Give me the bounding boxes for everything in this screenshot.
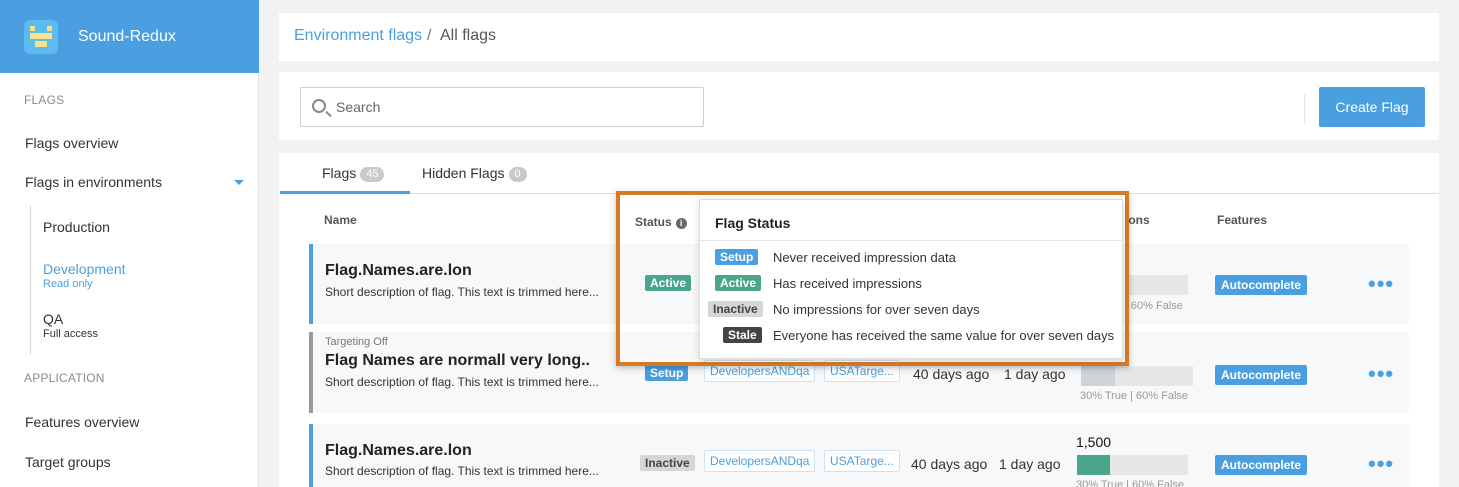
toolbar-divider — [1304, 94, 1305, 124]
sidebar-item-features-overview[interactable]: Features overview — [25, 414, 139, 430]
env-access: Full access — [43, 328, 99, 340]
status-badge: Inactive — [708, 301, 763, 317]
flag-name[interactable]: Flag.Names.are.long — [325, 262, 471, 280]
app-logo-icon — [24, 20, 58, 54]
status-badge: Inactive — [640, 455, 695, 471]
tab-count-badge: 45 — [360, 167, 385, 182]
impressions-bar — [1077, 455, 1188, 475]
brand-header[interactable]: Sound-Redux — [0, 0, 259, 73]
flag-description: Short description of flag. This text is … — [325, 464, 599, 478]
modified-date: 1 day ago — [999, 456, 1061, 472]
tooltip-arrow — [690, 218, 699, 234]
column-header-name[interactable]: Name — [324, 213, 357, 227]
flag-description: Short description of flag. This text is … — [325, 375, 599, 389]
active-tab-indicator — [280, 191, 410, 194]
breadcrumb-link[interactable]: Environment flags — [294, 27, 422, 45]
application-section-title: APPLICATION — [24, 371, 105, 385]
row-status-bar — [309, 332, 313, 413]
tab-count-badge: 0 — [508, 167, 527, 182]
status-badge: Setup — [645, 365, 689, 381]
flag-name[interactable]: Flag.Names.are.long — [325, 442, 471, 460]
tooltip-divider — [700, 240, 1122, 241]
impressions-true-fill — [1081, 366, 1115, 386]
impressions-split: 30% True | 60% False — [1076, 479, 1185, 487]
created-date: 40 days ago — [913, 366, 990, 382]
targeting-off-label: Targeting Off — [325, 336, 388, 348]
impressions-bar — [1081, 366, 1193, 386]
env-access: Read only — [43, 278, 93, 290]
status-description: Never received impression data — [773, 250, 956, 265]
feature-tag[interactable]: Autocomplete — [1215, 455, 1308, 475]
breadcrumb-current: All flags — [440, 27, 497, 44]
impressions-true-fill — [1077, 455, 1111, 475]
search-box[interactable] — [300, 87, 704, 127]
row-status-bar — [309, 244, 313, 324]
search-input[interactable] — [336, 97, 686, 117]
sidebar-item-target-groups[interactable]: Target groups — [25, 454, 111, 470]
create-flag-button[interactable]: Create Flag — [1319, 87, 1425, 127]
row-status-bar — [309, 424, 313, 487]
column-header-features[interactable]: Features — [1217, 213, 1267, 227]
more-options-icon[interactable]: ••• — [1368, 453, 1394, 475]
tab-label: Hidden Flags — [422, 165, 505, 181]
env-name: QA — [43, 311, 64, 327]
env-tree-line — [30, 205, 31, 355]
status-badge: Setup — [715, 249, 759, 265]
impressions-count: 1,500 — [1076, 434, 1112, 450]
more-options-icon[interactable]: ••• — [1368, 363, 1394, 385]
segment-tag[interactable]: DevelopersANDqa — [704, 450, 816, 472]
impressions-bar — [1125, 275, 1188, 295]
tab-hidden-flags[interactable]: Hidden Flags 0 — [422, 165, 527, 182]
segment-tag[interactable]: USATarge... — [824, 450, 900, 472]
modified-date: 1 day ago — [1004, 366, 1066, 382]
tab-label: Flags — [322, 165, 357, 181]
more-options-icon[interactable]: ••• — [1368, 273, 1394, 295]
env-name: Development — [43, 261, 126, 277]
status-description: No impressions for over seven days — [773, 302, 980, 317]
created-date: 40 days ago — [911, 456, 988, 472]
flag-status-tooltip: Flag Status Setup Never received impress… — [699, 199, 1123, 359]
sidebar-item-flags-in-environments[interactable]: Flags in environments — [25, 174, 162, 190]
impressions-split: 30% True | 60% False — [1080, 390, 1189, 402]
feature-tag[interactable]: Autocomplete — [1215, 275, 1308, 295]
tooltip-title: Flag Status — [715, 215, 791, 231]
flag-name[interactable]: Flag Names are normall very long.. — [325, 352, 590, 370]
impressions-split: | 60% False — [1125, 300, 1183, 312]
sidebar-item-flags-overview[interactable]: Flags overview — [25, 135, 118, 151]
flag-description: Short description of flag. This text is … — [325, 285, 599, 299]
status-badge: Stale — [723, 327, 762, 343]
env-name: Production — [43, 219, 110, 235]
status-description: Everyone has received the same value for… — [773, 328, 1115, 343]
tab-flags[interactable]: Flags 45 — [322, 165, 385, 182]
app-name: Sound-Redux — [78, 28, 176, 45]
status-badge: Active — [715, 275, 762, 291]
search-icon — [312, 99, 326, 113]
chevron-down-icon[interactable] — [234, 180, 244, 185]
sidebar: Sound-Redux FLAGS Flags overview Flags i… — [0, 0, 259, 487]
breadcrumb-separator: / — [427, 27, 432, 44]
flags-section-title: FLAGS — [24, 93, 65, 107]
feature-tag[interactable]: Autocomplete — [1215, 365, 1308, 385]
status-description: Has received impressions — [773, 276, 922, 291]
